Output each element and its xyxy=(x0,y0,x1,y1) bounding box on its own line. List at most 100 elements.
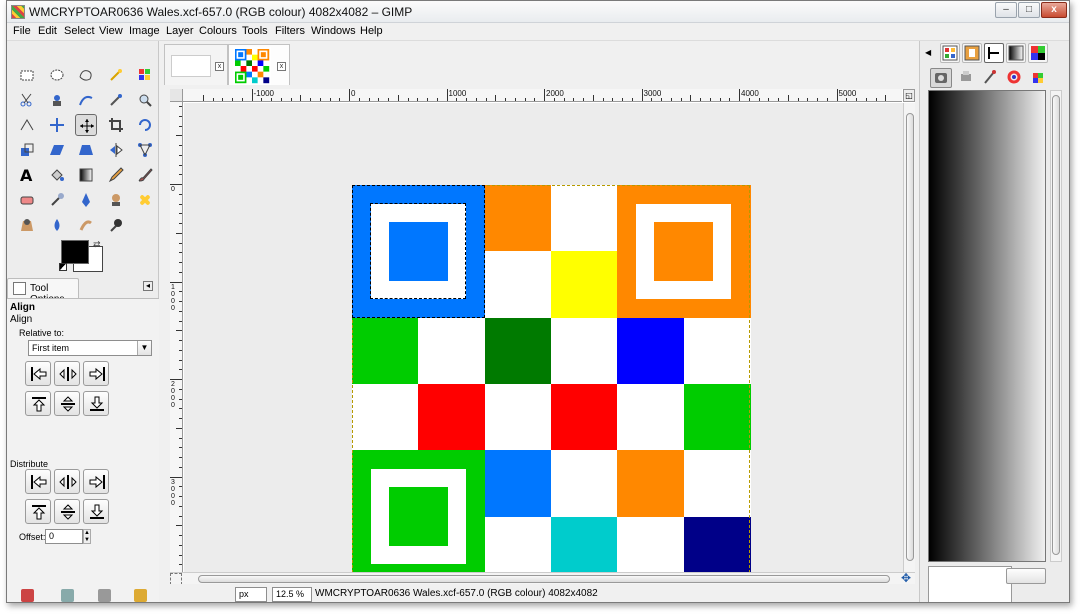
tool-airbrush[interactable] xyxy=(46,189,68,211)
tab-channels[interactable] xyxy=(1028,68,1050,88)
tab-tool-presets[interactable] xyxy=(930,68,952,88)
zoom-fit-icon[interactable]: ◱ xyxy=(903,89,915,102)
menu-view[interactable]: View xyxy=(99,25,123,37)
tool-text[interactable]: A xyxy=(16,164,38,186)
panel-menu-icon[interactable]: ◂ xyxy=(143,281,153,291)
menu-windows[interactable]: Windows xyxy=(311,25,356,37)
horizontal-ruler[interactable]: -1000 0 1000 2000 3000 4000 5000 xyxy=(183,89,902,102)
tool-pencil[interactable] xyxy=(105,164,127,186)
align-left-edge-button[interactable] xyxy=(25,361,51,386)
align-middle-button[interactable] xyxy=(54,391,80,416)
zoom-dropdown[interactable]: 12.5 % xyxy=(272,587,312,602)
menu-colours[interactable]: Colours xyxy=(199,25,237,37)
dock-scrollbar[interactable] xyxy=(1050,90,1062,562)
vertical-scrollbar-thumb[interactable] xyxy=(906,113,914,561)
tool-smudge[interactable] xyxy=(75,214,97,236)
tool-flip[interactable] xyxy=(105,139,127,161)
image-tab-blank[interactable]: x xyxy=(164,44,228,85)
tool-bucket-fill[interactable] xyxy=(46,164,68,186)
maximize-button[interactable]: □ xyxy=(1018,2,1040,18)
delete-options-icon[interactable] xyxy=(98,589,111,602)
tool-perspective[interactable] xyxy=(75,139,97,161)
horizontal-scrollbar[interactable]: ✥ xyxy=(170,571,915,585)
navigate-icon[interactable]: ✥ xyxy=(901,571,911,585)
tab-patterns[interactable] xyxy=(940,43,960,63)
tool-shear[interactable] xyxy=(46,139,68,161)
tool-clone[interactable] xyxy=(105,189,127,211)
menu-file[interactable]: File xyxy=(13,25,31,37)
swap-colors-icon[interactable]: ⇄ xyxy=(93,239,101,250)
tool-perspective-clone[interactable] xyxy=(16,214,38,236)
close-icon[interactable]: x xyxy=(277,62,286,71)
distribute-center-button[interactable] xyxy=(54,469,80,494)
align-right-edge-button[interactable] xyxy=(83,361,109,386)
tool-crop[interactable] xyxy=(105,114,127,136)
tool-align[interactable] xyxy=(75,114,97,136)
menu-help[interactable]: Help xyxy=(360,25,383,37)
tool-ink[interactable] xyxy=(75,189,97,211)
tab-colours[interactable] xyxy=(1004,68,1026,88)
tab-fonts[interactable] xyxy=(984,43,1004,63)
edit-brush-button[interactable] xyxy=(1006,568,1046,584)
menu-select[interactable]: Select xyxy=(64,25,95,37)
distribute-right-button[interactable] xyxy=(83,469,109,494)
tool-free-select[interactable] xyxy=(75,64,97,86)
tool-color-select[interactable] xyxy=(134,64,156,86)
align-center-button[interactable] xyxy=(54,361,80,386)
offset-stepper[interactable]: ▲ ▼ xyxy=(83,529,91,544)
tool-measure[interactable] xyxy=(16,114,38,136)
tab-brushes[interactable] xyxy=(962,43,982,63)
close-icon[interactable]: x xyxy=(215,62,224,71)
dock-menu-icon[interactable]: ◀ xyxy=(925,48,931,57)
offset-input[interactable]: 0 xyxy=(45,529,83,544)
tool-scale[interactable] xyxy=(16,139,38,161)
dock-scrollbar-thumb[interactable] xyxy=(1052,95,1060,555)
tool-blur-sharpen[interactable] xyxy=(46,214,68,236)
default-colors-icon[interactable] xyxy=(59,263,67,271)
menu-tools[interactable]: Tools xyxy=(242,25,268,37)
tool-heal[interactable] xyxy=(134,189,156,211)
horizontal-scrollbar-thumb[interactable] xyxy=(198,575,890,583)
distribute-bottom-button[interactable] xyxy=(83,499,109,524)
distribute-top-button[interactable] xyxy=(25,499,51,524)
distribute-left-button[interactable] xyxy=(25,469,51,494)
minimize-button[interactable]: – xyxy=(995,2,1017,18)
menu-image[interactable]: Image xyxy=(129,25,160,37)
tool-move[interactable] xyxy=(46,114,68,136)
tool-blend[interactable] xyxy=(75,164,97,186)
tool-rect-select[interactable] xyxy=(16,64,38,86)
tool-paths[interactable] xyxy=(75,89,97,111)
menu-layer[interactable]: Layer xyxy=(166,25,194,37)
tool-dodge-burn[interactable] xyxy=(105,214,127,236)
tool-ellipse-select[interactable] xyxy=(46,64,68,86)
tab-palettes[interactable] xyxy=(1028,43,1048,63)
unit-dropdown[interactable]: px xyxy=(235,587,267,602)
tab-document-history[interactable] xyxy=(956,68,978,88)
tab-paint-dynamics[interactable] xyxy=(980,68,1002,88)
relative-to-dropdown[interactable]: First item ▼ xyxy=(28,340,152,356)
ruler-corner[interactable] xyxy=(170,89,183,102)
tab-tool-options[interactable]: Tool Options xyxy=(7,278,79,305)
gradient-preview-list[interactable] xyxy=(928,90,1046,562)
tool-color-picker[interactable] xyxy=(105,89,127,111)
vertical-scrollbar[interactable] xyxy=(903,103,915,572)
image-viewport[interactable] xyxy=(184,103,903,572)
tab-gradients[interactable] xyxy=(1006,43,1026,63)
restore-options-icon[interactable] xyxy=(61,589,74,602)
tool-eraser[interactable] xyxy=(16,189,38,211)
menu-edit[interactable]: Edit xyxy=(38,25,57,37)
tool-cage-transform[interactable] xyxy=(134,139,156,161)
reset-options-icon[interactable] xyxy=(134,589,147,602)
distribute-middle-button[interactable] xyxy=(54,499,80,524)
save-options-icon[interactable] xyxy=(21,589,34,602)
align-bottom-edge-button[interactable] xyxy=(83,391,109,416)
tool-zoom[interactable] xyxy=(134,89,156,111)
close-button[interactable]: x xyxy=(1041,2,1067,18)
tool-foreground-select[interactable] xyxy=(46,89,68,111)
menu-filters[interactable]: Filters xyxy=(275,25,305,37)
align-top-edge-button[interactable] xyxy=(25,391,51,416)
tool-rotate[interactable] xyxy=(134,114,156,136)
image-tab-qr[interactable]: x xyxy=(228,44,290,85)
tool-scissors-select[interactable] xyxy=(16,89,38,111)
vertical-ruler[interactable]: 01000200030004000 xyxy=(170,102,183,572)
